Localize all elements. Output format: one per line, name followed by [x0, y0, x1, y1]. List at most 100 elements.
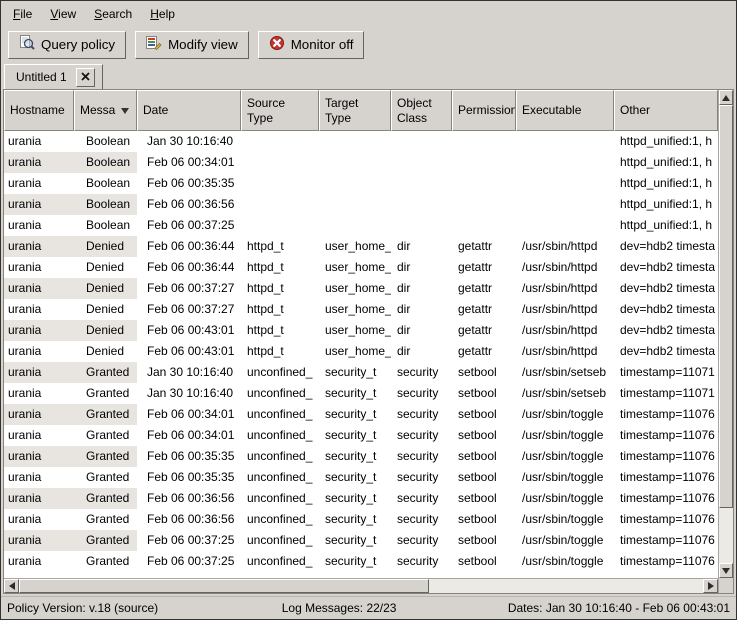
- tab-untitled-1[interactable]: Untitled 1: [4, 64, 103, 89]
- column-label: Permission: [458, 103, 516, 118]
- cell-message: Boolean: [74, 131, 137, 152]
- cell-other: timestamp=11076: [614, 467, 718, 488]
- log-messages-status: Log Messages: 22/23: [282, 601, 456, 615]
- cell-permission: getattr: [452, 299, 516, 320]
- table-row[interactable]: urania Granted Feb 06 00:37:25 unconfine…: [4, 551, 718, 572]
- table-row[interactable]: urania Granted Feb 06 00:36:56 unconfine…: [4, 488, 718, 509]
- cell-executable: /usr/sbin/httpd: [516, 341, 614, 362]
- tab-close-button[interactable]: [76, 68, 95, 87]
- table-row[interactable]: urania Boolean Feb 06 00:36:56 httpd_uni…: [4, 194, 718, 215]
- table-row[interactable]: urania Boolean Jan 30 10:16:40 httpd_uni…: [4, 131, 718, 152]
- cell-source-type: [241, 152, 319, 173]
- column-header-target-type[interactable]: Target Type: [319, 90, 391, 131]
- menu-file[interactable]: File: [4, 3, 41, 25]
- table-row[interactable]: urania Denied Feb 06 00:36:44 httpd_t us…: [4, 257, 718, 278]
- scroll-up-button[interactable]: [719, 90, 733, 105]
- menu-view-rest: iew: [58, 7, 76, 21]
- cell-executable: /usr/sbin/setseb: [516, 383, 614, 404]
- column-header-hostname[interactable]: Hostname: [4, 90, 74, 131]
- cell-date: Feb 06 00:43:01: [137, 341, 241, 362]
- cell-permission: setbool: [452, 530, 516, 551]
- table-row[interactable]: urania Granted Feb 06 00:34:01 unconfine…: [4, 404, 718, 425]
- cell-date: Feb 06 00:36:56: [137, 488, 241, 509]
- horizontal-scroll-track[interactable]: [19, 579, 703, 593]
- menu-help[interactable]: Help: [141, 3, 184, 25]
- cell-date: Jan 30 10:16:40: [137, 131, 241, 152]
- column-header-source-type[interactable]: Source Type: [241, 90, 319, 131]
- cell-target-type: [319, 131, 391, 152]
- table-row[interactable]: urania Granted Feb 06 00:34:01 unconfine…: [4, 425, 718, 446]
- cell-object-class: dir: [391, 299, 452, 320]
- table-row[interactable]: urania Granted Feb 06 00:35:35 unconfine…: [4, 467, 718, 488]
- monitor-off-button[interactable]: Monitor off: [258, 31, 365, 59]
- vertical-scroll-track[interactable]: [719, 105, 733, 563]
- menu-search[interactable]: Search: [85, 3, 141, 25]
- column-header-object-class[interactable]: Object Class: [391, 90, 452, 131]
- scroll-right-button[interactable]: [703, 579, 718, 593]
- cell-executable: /usr/sbin/httpd: [516, 278, 614, 299]
- column-header-date[interactable]: Date: [137, 90, 241, 131]
- column-header-other[interactable]: Other: [614, 90, 718, 131]
- cell-target-type: user_home_: [319, 320, 391, 341]
- horizontal-scrollbar[interactable]: [4, 578, 718, 593]
- triangle-right-icon: [708, 582, 714, 590]
- cell-object-class: security: [391, 362, 452, 383]
- cell-date: Feb 06 00:36:44: [137, 257, 241, 278]
- table-row[interactable]: urania Granted Feb 06 00:35:35 unconfine…: [4, 446, 718, 467]
- cell-object-class: security: [391, 530, 452, 551]
- table-row[interactable]: urania Granted Feb 06 00:37:25 unconfine…: [4, 530, 718, 551]
- table-row[interactable]: urania Granted Jan 30 10:16:40 unconfine…: [4, 362, 718, 383]
- modify-view-button[interactable]: Modify view: [135, 31, 249, 59]
- cell-source-type: unconfined_: [241, 446, 319, 467]
- cell-message: Boolean: [74, 215, 137, 236]
- scroll-left-button[interactable]: [4, 579, 19, 593]
- table-row[interactable]: urania Denied Feb 06 00:37:27 httpd_t us…: [4, 299, 718, 320]
- column-header-permission[interactable]: Permission: [452, 90, 516, 131]
- cell-executable: [516, 152, 614, 173]
- triangle-down-icon: [722, 568, 730, 574]
- table-row[interactable]: urania Boolean Feb 06 00:34:01 httpd_uni…: [4, 152, 718, 173]
- cell-other: dev=hdb2 timesta: [614, 299, 718, 320]
- table-row[interactable]: urania Denied Feb 06 00:43:01 httpd_t us…: [4, 320, 718, 341]
- cell-message: Granted: [74, 362, 137, 383]
- cell-message: Granted: [74, 425, 137, 446]
- cell-permission: [452, 131, 516, 152]
- sort-desc-icon: [121, 108, 129, 114]
- column-header-message[interactable]: Messa: [74, 90, 137, 131]
- vertical-scroll-thumb[interactable]: [719, 105, 733, 508]
- column-header-executable[interactable]: Executable: [516, 90, 614, 131]
- table-row[interactable]: urania Boolean Feb 06 00:35:35 httpd_uni…: [4, 173, 718, 194]
- query-policy-button[interactable]: Query policy: [8, 31, 126, 59]
- vertical-scrollbar[interactable]: [718, 90, 733, 593]
- table-row[interactable]: urania Denied Feb 06 00:36:44 httpd_t us…: [4, 236, 718, 257]
- cell-target-type: security_t: [319, 404, 391, 425]
- menu-view[interactable]: View: [41, 3, 85, 25]
- seaudit-window: File View Search Help Query policy: [0, 0, 737, 620]
- cell-object-class: [391, 194, 452, 215]
- cell-message: Denied: [74, 278, 137, 299]
- cell-target-type: user_home_: [319, 257, 391, 278]
- cell-executable: /usr/sbin/httpd: [516, 236, 614, 257]
- cell-hostname: urania: [4, 173, 74, 194]
- table-row[interactable]: urania Boolean Feb 06 00:37:25 httpd_uni…: [4, 215, 718, 236]
- table-row[interactable]: urania Denied Feb 06 00:37:27 httpd_t us…: [4, 278, 718, 299]
- scroll-down-button[interactable]: [719, 563, 733, 578]
- cell-object-class: [391, 131, 452, 152]
- cell-message: Granted: [74, 383, 137, 404]
- table-row[interactable]: urania Granted Jan 30 10:16:40 unconfine…: [4, 383, 718, 404]
- cell-message: Granted: [74, 530, 137, 551]
- cell-permission: setbool: [452, 488, 516, 509]
- cell-target-type: security_t: [319, 488, 391, 509]
- table-row[interactable]: urania Granted Feb 06 00:36:56 unconfine…: [4, 509, 718, 530]
- cell-other: timestamp=11076: [614, 446, 718, 467]
- cell-object-class: security: [391, 404, 452, 425]
- cell-message: Denied: [74, 299, 137, 320]
- close-icon: [81, 70, 90, 84]
- cell-other: httpd_unified:1, h: [614, 152, 718, 173]
- cell-date: Feb 06 00:36:56: [137, 194, 241, 215]
- table-row[interactable]: urania Denied Feb 06 00:43:01 httpd_t us…: [4, 341, 718, 362]
- cell-object-class: [391, 173, 452, 194]
- cell-other: dev=hdb2 timesta: [614, 278, 718, 299]
- horizontal-scroll-thumb[interactable]: [19, 579, 429, 593]
- cell-hostname: urania: [4, 299, 74, 320]
